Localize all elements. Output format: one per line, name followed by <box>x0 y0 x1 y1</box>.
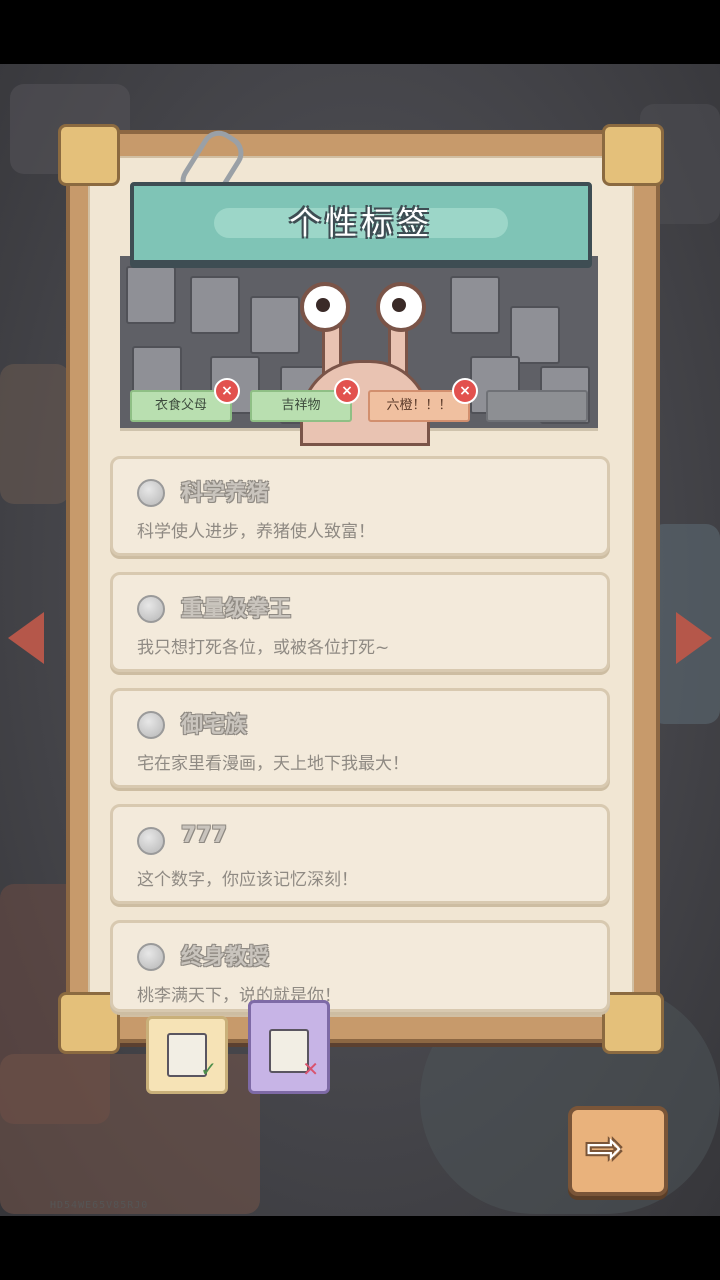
page-title: 个性标签 <box>288 204 433 242</box>
cross-icon: ✕ <box>302 1057 319 1081</box>
top-bar <box>0 0 720 64</box>
remove-tag-1-icon[interactable]: × <box>214 378 240 404</box>
radio-button-icon[interactable] <box>137 479 165 507</box>
radio-button-icon[interactable] <box>137 943 165 971</box>
tag-option-description: 这个数字，你应该记忆深刻！ <box>137 870 358 890</box>
tag-option-card[interactable]: 御宅族 宅在家里看漫画，天上地下我最大！ <box>110 688 610 788</box>
tag-option-description: 我只想打死各位，或被各位打死~ <box>137 638 390 658</box>
tag-option-card[interactable]: 终身教授 桃李满天下，说的就是你！ <box>110 920 610 1012</box>
tab-locked-tags[interactable]: ✕ <box>248 1000 330 1094</box>
radio-button-icon[interactable] <box>137 711 165 739</box>
tag-option-card[interactable]: 重量级拳王 我只想打死各位，或被各位打死~ <box>110 572 610 672</box>
next-button[interactable]: ⇨ <box>568 1106 668 1196</box>
selected-tag-empty-slot[interactable] <box>486 390 588 422</box>
frame-corner-bottom-right <box>602 992 664 1054</box>
tag-option-title: 重量级拳王 <box>181 597 292 622</box>
remove-tag-2-icon[interactable]: × <box>334 378 360 404</box>
tag-option-card[interactable]: 777 这个数字，你应该记忆深刻！ <box>110 804 610 904</box>
title-banner: 个性标签 <box>130 182 592 264</box>
tag-option-title: 科学养猪 <box>181 481 270 506</box>
radio-button-icon[interactable] <box>137 827 165 855</box>
tag-option-title: 御宅族 <box>181 713 248 738</box>
tag-option-title: 终身教授 <box>181 945 270 970</box>
remove-tag-3-icon[interactable]: × <box>452 378 478 404</box>
snail-left-eye <box>300 282 350 332</box>
radio-button-icon[interactable] <box>137 595 165 623</box>
previous-page-arrow[interactable] <box>8 612 44 664</box>
tab-owned-tags[interactable]: ✓ <box>146 1016 228 1094</box>
snail-right-eye <box>376 282 426 332</box>
tag-option-title: 777 <box>181 823 227 848</box>
watermark: HD54WE65V85RJ0 <box>50 1200 149 1211</box>
next-page-arrow[interactable] <box>676 612 712 664</box>
frame-corner-top-right <box>602 124 664 186</box>
bottom-bar <box>0 1216 720 1280</box>
tag-option-card[interactable]: 科学养猪 科学使人进步，养猪使人致富！ <box>110 456 610 556</box>
check-icon: ✓ <box>200 1057 217 1081</box>
frame-corner-top-left <box>58 124 120 186</box>
arrow-right-icon: ⇨ <box>586 1123 623 1174</box>
tag-option-description: 科学使人进步，养猪使人致富！ <box>137 522 375 542</box>
tag-option-description: 宅在家里看漫画，天上地下我最大！ <box>137 754 409 774</box>
